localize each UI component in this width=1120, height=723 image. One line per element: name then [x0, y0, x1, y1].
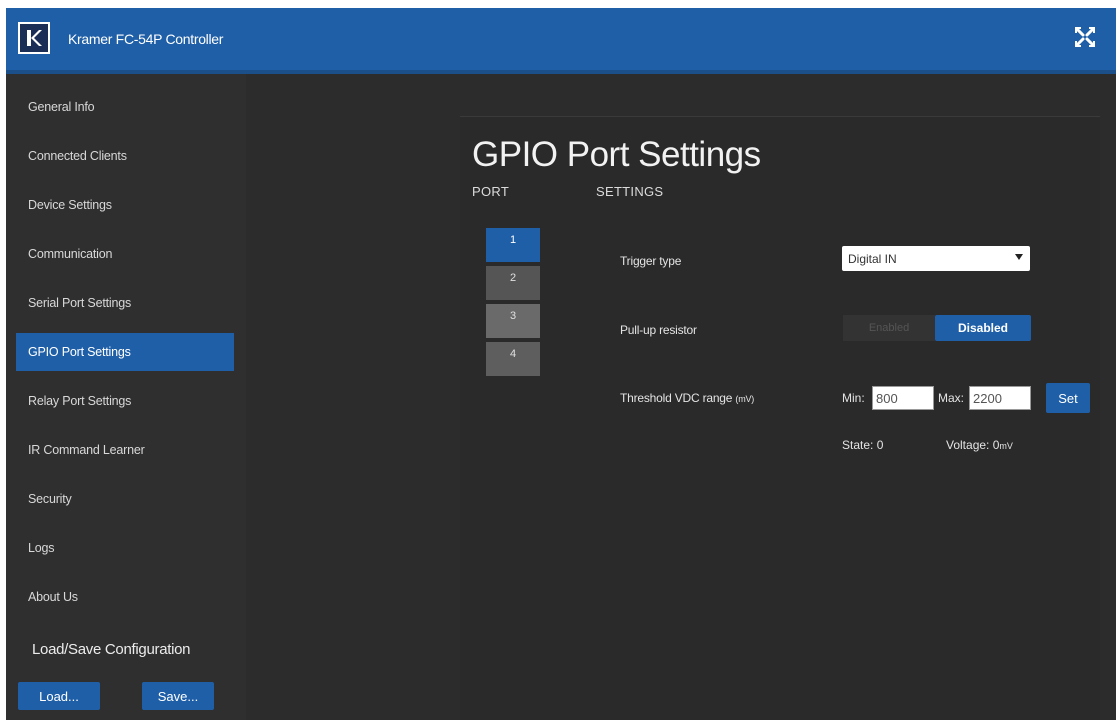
- sidebar-item-about-us[interactable]: About Us: [16, 578, 234, 616]
- sidebar-item-security[interactable]: Security: [16, 480, 234, 518]
- header-bar: Kramer FC-54P Controller: [6, 8, 1116, 74]
- voltage-readout: Voltage: 0mV: [946, 438, 1013, 452]
- save-button[interactable]: Save...: [142, 682, 214, 710]
- sidebar-item-communication[interactable]: Communication: [16, 235, 234, 273]
- set-threshold-button[interactable]: Set: [1046, 383, 1090, 413]
- app-title: Kramer FC-54P Controller: [68, 31, 224, 47]
- close-x-icon[interactable]: [1072, 24, 1098, 50]
- sidebar-item-serial-port-settings[interactable]: Serial Port Settings: [16, 284, 234, 322]
- sidebar-item-general-info[interactable]: General Info: [16, 88, 234, 126]
- port-column-header: PORT: [472, 184, 510, 199]
- pullup-disabled-toggle[interactable]: Disabled: [935, 315, 1031, 341]
- voltage-label: Voltage:: [946, 438, 990, 452]
- app-window: Kramer FC-54P Controller General Info Co…: [6, 8, 1116, 720]
- trigger-type-select[interactable]: Digital IN: [842, 246, 1030, 271]
- port-1-button[interactable]: 1: [486, 228, 540, 262]
- port-2-button[interactable]: 2: [486, 266, 540, 300]
- min-label: Min:: [842, 391, 865, 405]
- trigger-type-label: Trigger type: [620, 254, 682, 268]
- settings-column-header: SETTINGS: [596, 184, 664, 199]
- pullup-enabled-toggle[interactable]: Enabled: [843, 315, 935, 341]
- threshold-label: Threshold VDC range (mV): [620, 391, 754, 405]
- sidebar: General Info Connected Clients Device Se…: [6, 74, 246, 720]
- threshold-unit: (mV): [735, 394, 755, 404]
- pullup-resistor-label: Pull-up resistor: [620, 323, 697, 337]
- sidebar-item-device-settings[interactable]: Device Settings: [16, 186, 234, 224]
- voltage-unit: mV: [999, 441, 1013, 451]
- threshold-label-text: Threshold VDC range: [620, 391, 733, 405]
- sidebar-item-gpio-port-settings[interactable]: GPIO Port Settings: [16, 333, 234, 371]
- load-save-title: Load/Save Configuration: [32, 641, 191, 658]
- sidebar-item-ir-command-learner[interactable]: IR Command Learner: [16, 431, 234, 469]
- port-3-button[interactable]: 3: [486, 304, 540, 338]
- state-label: State:: [842, 438, 874, 452]
- state-value: 0: [876, 438, 884, 452]
- chevron-down-icon: [1015, 254, 1023, 260]
- kramer-logo: [18, 22, 50, 54]
- kramer-logo-glyph: [27, 30, 42, 46]
- state-readout: State: 0: [842, 438, 883, 452]
- port-4-button[interactable]: 4: [486, 342, 540, 376]
- sidebar-item-logs[interactable]: Logs: [16, 529, 234, 567]
- sidebar-item-relay-port-settings[interactable]: Relay Port Settings: [16, 382, 234, 420]
- max-threshold-input[interactable]: [969, 386, 1031, 410]
- trigger-type-value: Digital IN: [848, 251, 897, 266]
- gpio-settings-panel: GPIO Port Settings PORT SETTINGS 1 2 3 4…: [460, 116, 1100, 720]
- min-threshold-input[interactable]: [872, 386, 934, 410]
- load-button[interactable]: Load...: [18, 682, 100, 710]
- page-title: GPIO Port Settings: [472, 135, 761, 174]
- sidebar-item-connected-clients[interactable]: Connected Clients: [16, 137, 234, 175]
- max-label: Max:: [938, 391, 965, 405]
